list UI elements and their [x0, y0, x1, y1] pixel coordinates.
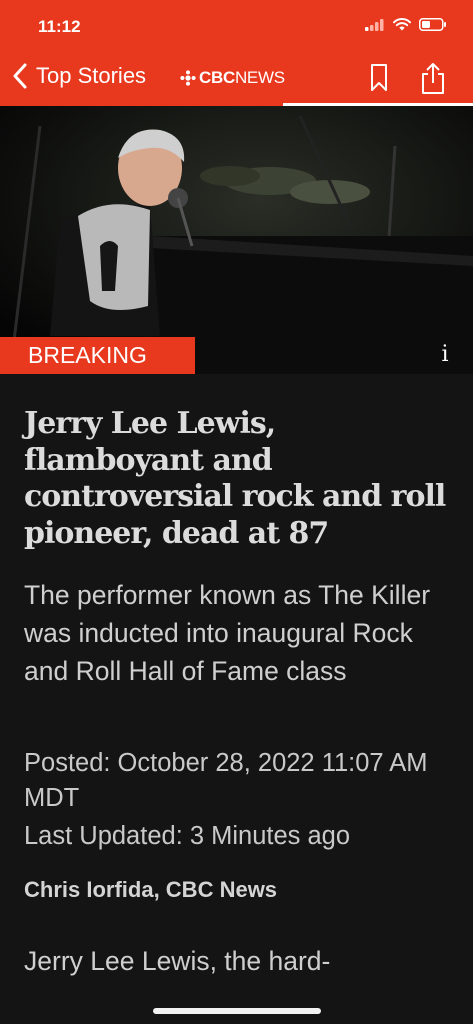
- brand-cbc: CBC: [199, 68, 235, 87]
- status-icons: [365, 18, 447, 31]
- article-deck: The performer known as The Killer was in…: [24, 580, 431, 686]
- article-body: Jerry Lee Lewis, the hard-: [24, 946, 331, 976]
- breaking-badge: BREAKING: [0, 337, 195, 374]
- posted-date: Posted: October 28, 2022 11:07 AM MDT: [24, 749, 428, 812]
- bookmark-icon[interactable]: [369, 62, 389, 94]
- nav-actions: [369, 62, 447, 96]
- info-icon[interactable]: i: [433, 342, 457, 370]
- cbc-gem-icon: [180, 70, 196, 86]
- status-time: 11:12: [38, 17, 81, 36]
- cbc-news-logo: CBC NEWS: [180, 68, 285, 88]
- nav-bar: Top Stories CBC NEWS: [0, 52, 473, 106]
- article-headline: Jerry Lee Lewis, flamboyant and controve…: [24, 406, 446, 551]
- hero-image: [0, 106, 473, 374]
- brand-news: NEWS: [234, 68, 285, 87]
- home-indicator[interactable]: [153, 1008, 321, 1014]
- hero-photo: [0, 106, 473, 374]
- signal-icon: [365, 18, 384, 31]
- last-updated: Last Updated: 3 Minutes ago: [24, 822, 351, 850]
- battery-icon: [419, 18, 446, 31]
- back-button[interactable]: Top Stories: [12, 62, 146, 90]
- back-button-label: Top Stories: [36, 63, 147, 88]
- share-icon[interactable]: [419, 62, 447, 96]
- byline[interactable]: Chris Iorfida, CBC News: [24, 877, 277, 903]
- back-chevron-icon: [13, 63, 27, 89]
- wifi-icon: [393, 18, 411, 31]
- status-bar: 11:12: [0, 0, 473, 52]
